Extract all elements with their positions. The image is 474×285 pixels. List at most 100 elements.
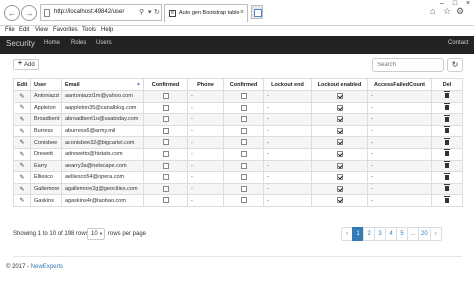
company-link[interactable]: NewExperts — [31, 264, 63, 270]
email-confirmed-checkbox[interactable] — [162, 162, 169, 169]
menu-favorites[interactable]: Favorites — [53, 27, 78, 33]
lockout-enabled-checkbox[interactable] — [336, 174, 343, 181]
edit-cell[interactable]: ✎ — [13, 147, 31, 161]
lockout-enabled-checkbox[interactable] — [336, 139, 343, 146]
delete-cell[interactable] — [431, 101, 463, 115]
search-input[interactable] — [373, 59, 443, 71]
delete-cell[interactable] — [431, 124, 463, 138]
delete-cell[interactable] — [431, 182, 463, 196]
nav-contact[interactable]: Contact — [448, 40, 469, 46]
new-tab-button[interactable] — [251, 5, 263, 19]
page-20-button[interactable]: 20 — [418, 227, 431, 241]
pencil-icon[interactable]: ✎ — [19, 129, 24, 135]
email-confirmed-checkbox[interactable] — [162, 127, 169, 134]
trash-icon[interactable] — [444, 126, 450, 134]
lockout-enabled-checkbox[interactable] — [336, 185, 343, 192]
col-header-access-failed[interactable]: AccessFailedCount — [367, 78, 432, 91]
browser-tab[interactable]: e Auto gen Bootstrap table × — [164, 4, 248, 22]
edit-cell[interactable]: ✎ — [13, 101, 31, 115]
forward-button[interactable]: → — [21, 5, 37, 21]
pencil-icon[interactable]: ✎ — [19, 198, 24, 204]
phone-confirmed-checkbox[interactable] — [240, 139, 247, 146]
lockout-enabled-checkbox[interactable] — [336, 104, 343, 111]
pencil-icon[interactable]: ✎ — [19, 140, 24, 146]
brand-link[interactable]: Security — [6, 39, 35, 48]
nav-home[interactable]: Home — [44, 40, 60, 46]
close-tab-icon[interactable]: × — [240, 9, 244, 16]
search-box[interactable] — [372, 58, 444, 72]
edit-cell[interactable]: ✎ — [13, 194, 31, 207]
delete-cell[interactable] — [431, 159, 463, 173]
pencil-icon[interactable]: ✎ — [19, 152, 24, 158]
email-confirmed-checkbox[interactable] — [162, 116, 169, 123]
refresh-icon[interactable]: ↻ — [154, 8, 160, 16]
nav-roles[interactable]: Roles — [71, 40, 86, 46]
back-button[interactable]: ← — [4, 5, 20, 21]
trash-icon[interactable] — [444, 161, 450, 168]
edit-cell[interactable]: ✎ — [13, 124, 31, 138]
edit-cell[interactable]: ✎ — [13, 159, 31, 173]
edit-cell[interactable]: ✎ — [13, 90, 31, 103]
address-bar[interactable]: http://localhost:49842/user ⚲ ▾ ↻ — [40, 4, 162, 21]
trash-icon[interactable] — [444, 114, 450, 122]
phone-confirmed-checkbox[interactable] — [240, 127, 247, 134]
pencil-icon[interactable]: ✎ — [19, 105, 24, 111]
delete-cell[interactable] — [431, 147, 463, 161]
email-confirmed-checkbox[interactable] — [162, 104, 169, 111]
home-icon[interactable]: ⌂ — [430, 6, 435, 16]
nav-users[interactable]: Users — [96, 40, 112, 46]
trash-icon[interactable] — [444, 195, 450, 203]
phone-confirmed-checkbox[interactable] — [240, 197, 247, 204]
trash-icon[interactable] — [444, 172, 450, 180]
phone-confirmed-checkbox[interactable] — [240, 162, 247, 169]
trash-icon[interactable] — [444, 149, 450, 157]
col-header-phone-confirmed[interactable]: Confirmed — [223, 78, 264, 91]
dropdown-icon[interactable]: ▾ — [148, 8, 152, 16]
menu-tools[interactable]: Tools — [82, 27, 96, 33]
email-confirmed-checkbox[interactable] — [162, 151, 169, 158]
lockout-enabled-checkbox[interactable] — [336, 197, 343, 204]
col-header-email-confirmed[interactable]: Confirmed — [143, 78, 188, 91]
phone-confirmed-checkbox[interactable] — [240, 116, 247, 123]
trash-icon[interactable] — [444, 184, 450, 192]
lockout-enabled-checkbox[interactable] — [336, 127, 343, 134]
email-confirmed-checkbox[interactable] — [162, 185, 169, 192]
delete-cell[interactable] — [431, 113, 463, 126]
phone-confirmed-checkbox[interactable] — [240, 151, 247, 158]
delete-cell[interactable] — [431, 171, 463, 184]
pencil-icon[interactable]: ✎ — [19, 163, 24, 169]
col-header-email[interactable]: Email ▲ — [61, 78, 144, 91]
menu-help[interactable]: Help — [101, 27, 113, 33]
pencil-icon[interactable]: ✎ — [19, 94, 24, 100]
menu-edit[interactable]: Edit — [19, 27, 29, 33]
edit-cell[interactable]: ✎ — [13, 171, 31, 184]
add-button[interactable]: + Add — [13, 59, 39, 70]
col-header-lockout-end[interactable]: Lockout end — [263, 78, 312, 91]
menu-file[interactable]: File — [5, 27, 15, 33]
lockout-enabled-checkbox[interactable] — [336, 93, 343, 100]
delete-cell[interactable] — [431, 90, 463, 103]
col-header-phone[interactable]: Phone — [187, 78, 224, 91]
maximize-icon[interactable]: □ — [449, 0, 461, 8]
lockout-enabled-checkbox[interactable] — [336, 116, 343, 123]
menu-view[interactable]: View — [35, 27, 48, 33]
close-window-icon[interactable]: × — [462, 0, 474, 8]
pencil-icon[interactable]: ✎ — [19, 117, 24, 123]
edit-cell[interactable]: ✎ — [13, 136, 31, 149]
minimize-icon[interactable]: – — [436, 0, 448, 8]
lockout-enabled-checkbox[interactable] — [336, 151, 343, 158]
phone-confirmed-checkbox[interactable] — [240, 185, 247, 192]
trash-icon[interactable] — [444, 91, 450, 99]
page-size-dropdown[interactable]: 10 ▼ — [87, 228, 105, 240]
edit-cell[interactable]: ✎ — [13, 113, 31, 126]
pencil-icon[interactable]: ✎ — [19, 175, 24, 181]
col-header-user[interactable]: User — [30, 78, 62, 91]
col-header-lockout-enabled[interactable]: Lockout enabled — [311, 78, 368, 91]
trash-icon[interactable] — [444, 103, 450, 110]
email-confirmed-checkbox[interactable] — [162, 93, 169, 100]
email-confirmed-checkbox[interactable] — [162, 197, 169, 204]
trash-icon[interactable] — [444, 137, 450, 145]
email-confirmed-checkbox[interactable] — [162, 174, 169, 181]
lockout-enabled-checkbox[interactable] — [336, 162, 343, 169]
search-icon[interactable]: ⚲ — [139, 8, 144, 16]
